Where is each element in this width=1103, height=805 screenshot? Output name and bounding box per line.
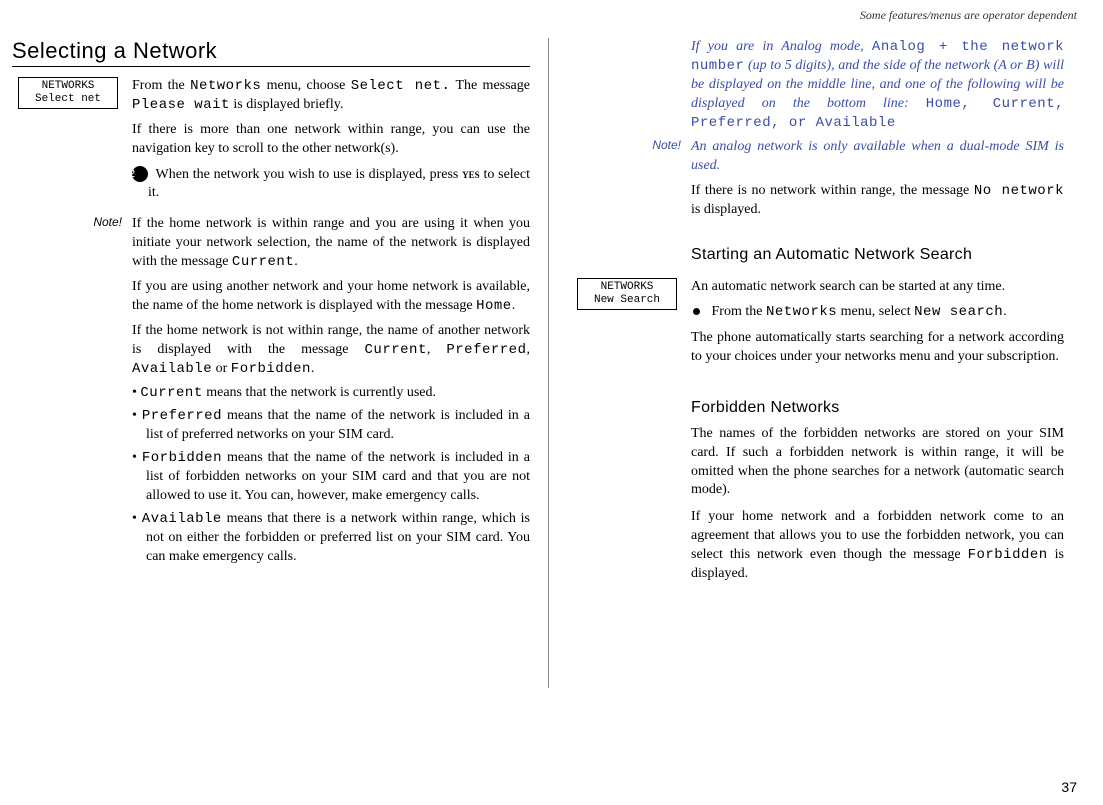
mono-text: Please wait: [132, 97, 230, 113]
text: When the network you wish to use is disp…: [156, 167, 463, 182]
mono-text: No network: [974, 183, 1064, 199]
mono-text: Current: [232, 254, 294, 270]
note-label-right: Note!: [571, 138, 691, 176]
mono-text: Current: [140, 385, 202, 401]
network-status-list: Current means that the network is curren…: [132, 384, 530, 566]
text: .: [1003, 304, 1007, 319]
bullet-dot-icon: [693, 308, 700, 315]
paragraph-nav-scroll: If there is more than one network within…: [132, 121, 530, 159]
left-column: Selecting a Network NETWORKS Select net …: [0, 38, 548, 688]
text: If there is no network within range, the…: [691, 183, 974, 198]
text: or: [212, 361, 231, 376]
mono-text: Available: [142, 511, 222, 527]
header-operator-note: Some features/menus are operator depende…: [860, 8, 1077, 23]
mono-text: Networks: [190, 78, 261, 94]
text: If you are using another network and you…: [132, 279, 530, 313]
analog-mode-note: If you are in Analog mode, Analog + the …: [691, 38, 1064, 132]
screenbox-line1: NETWORKS: [19, 80, 117, 93]
step-2: 2 When the network you wish to use is di…: [132, 165, 530, 204]
section-title-selecting: Selecting a Network: [12, 38, 530, 67]
paragraph-select-net: From the Networks menu, choose Select ne…: [132, 77, 530, 209]
forbidden-paragraph-2: If your home network and a forbidden net…: [691, 508, 1064, 584]
text: .: [294, 254, 298, 269]
text: menu, choose: [261, 78, 350, 93]
mono-text: Forbidden: [231, 361, 311, 377]
mono-text: Available: [132, 361, 212, 377]
text: ,: [527, 342, 531, 357]
text: If the home network is within range and …: [132, 216, 530, 269]
mono-text: Home: [476, 298, 512, 314]
mono-text: Preferred: [446, 342, 526, 358]
text: From the: [132, 78, 190, 93]
yes-key: yes: [462, 166, 480, 181]
text: .: [311, 361, 315, 376]
text: menu, select: [837, 304, 914, 319]
text: ,: [427, 342, 447, 357]
text: If you are in Analog mode,: [691, 39, 872, 54]
bullet-num-2-icon: 2: [132, 166, 148, 182]
screenbox-line2: Select net: [19, 93, 117, 106]
auto-search-body: An automatic network search can be start…: [691, 278, 1064, 374]
subheading-forbidden: Forbidden Networks: [691, 397, 1064, 419]
text: The phone automatically starts searching…: [691, 329, 1064, 367]
text: From the: [712, 304, 766, 319]
mono-text: Forbidden: [142, 450, 222, 466]
screen-box-new-search: NETWORKS New Search: [577, 278, 677, 310]
mono-text: Preferred: [142, 408, 222, 424]
mono-text: New search: [914, 304, 1003, 320]
right-column: If you are in Analog mode, Analog + the …: [548, 38, 1088, 688]
text: An automatic network search can be start…: [691, 278, 1064, 297]
screen-box-select-net: NETWORKS Select net: [18, 77, 118, 109]
text: The message: [450, 78, 530, 93]
screenbox-line2: New Search: [578, 294, 676, 307]
mono-text: Select net.: [351, 78, 451, 94]
forbidden-paragraph-1: The names of the forbidden networks are …: [691, 425, 1064, 501]
no-network-paragraph: If there is no network within range, the…: [691, 182, 1064, 220]
note-body-home-range: If the home network is within range and …: [132, 215, 530, 570]
mono-text: Current: [365, 342, 427, 358]
subheading-auto-search: Starting an Automatic Network Search: [691, 244, 1064, 266]
screenbox-line1: NETWORKS: [578, 281, 676, 294]
text: is displayed briefly.: [230, 97, 343, 112]
note-label: Note!: [12, 215, 132, 570]
page-number: 37: [1061, 779, 1077, 795]
mono-text: Networks: [766, 304, 837, 320]
analog-sim-note: An analog network is only available when…: [691, 138, 1064, 176]
mono-text: Forbidden: [968, 547, 1048, 563]
text: is displayed.: [691, 202, 761, 217]
two-column-layout: Selecting a Network NETWORKS Select net …: [0, 38, 1103, 688]
text: means that the network is currently used…: [203, 385, 436, 400]
text: .: [512, 298, 516, 313]
